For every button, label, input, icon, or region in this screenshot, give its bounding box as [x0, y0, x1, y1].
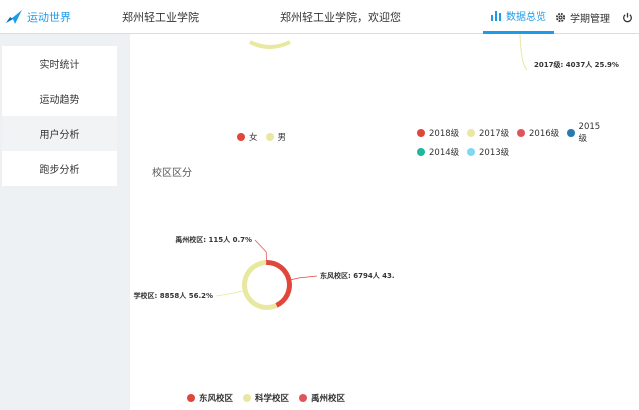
legend-dot [187, 394, 195, 402]
legend-dot [467, 129, 475, 137]
nav-term-management[interactable]: 学期管理 [555, 0, 610, 34]
legend-item-grade[interactable]: 2017级 [467, 122, 517, 144]
legend-dot [517, 129, 525, 137]
legend-label: 2017级 [479, 129, 510, 139]
legend-label: 科学校区 [255, 394, 290, 404]
campus-section-title: 校区区分 [152, 168, 192, 179]
legend-label: 2014级 [429, 148, 460, 158]
legend-item-grade[interactable]: 2016级 [517, 122, 567, 144]
sidebar-item-label: 运动趋势 [39, 95, 80, 106]
legend-item-grade[interactable]: 2013级 [467, 146, 517, 158]
legend-label: 2015级 [578, 122, 601, 144]
campus-legend: 东风校区 科学校区 禹州校区 [187, 392, 355, 404]
legend-dot [567, 129, 575, 137]
grade-legend: 2018级 2017级 2016级 2015级 2014级 2013级 [417, 122, 637, 158]
logo-icon [6, 10, 22, 24]
legend-label: 女 [249, 133, 258, 143]
grade-pie-remnant [519, 34, 528, 71]
legend-item-female[interactable]: 女 [237, 131, 258, 143]
sidebar-item-trend[interactable]: 运动趋势 [2, 81, 117, 116]
legend-item-grade[interactable]: 2015级 [567, 122, 607, 144]
legend-dot [417, 129, 425, 137]
pie-label: 学校区: 8858人 56.2% [134, 291, 213, 300]
sidebar-item-user-analysis[interactable]: 用户分析 [2, 116, 117, 151]
legend-dot [467, 148, 475, 156]
nav-term-management-label: 学期管理 [570, 13, 610, 25]
pie-label: 禹州校区: 115人 0.7% [175, 235, 252, 244]
sidebar-item-label: 用户分析 [39, 130, 80, 141]
legend-label: 2018级 [429, 129, 460, 139]
legend-dot [265, 133, 274, 141]
gender-pie-remnant [249, 40, 291, 49]
legend-dot [243, 394, 252, 402]
legend-item-campus[interactable]: 东风校区 [187, 392, 233, 404]
pie-slice[interactable] [267, 260, 292, 308]
legend-label: 男 [277, 133, 287, 143]
legend-item-male[interactable]: 男 [265, 131, 287, 143]
nav-data-overview[interactable]: 数据总览 [483, 0, 554, 34]
sidebar: 实时统计 运动趋势 用户分析 跑步分析 [2, 46, 117, 186]
legend-label: 东风校区 [199, 394, 234, 404]
grade-pie-label: 2017级: 4037人 25.9% [534, 61, 619, 69]
legend-item-grade[interactable]: 2014级 [417, 146, 467, 158]
legend-dot [417, 148, 425, 156]
nav-data-overview-label: 数据总览 [506, 12, 546, 23]
bar-chart-icon [491, 10, 501, 21]
gear-icon [555, 12, 566, 22]
app-title: 运动世界 [27, 11, 71, 24]
pie-label-line [215, 290, 243, 297]
pie-label-line [291, 275, 318, 281]
pie-label: 东风校区: 6794人 43. [320, 271, 395, 280]
top-bar: 运动世界 郑州轻工业学院 郑州轻工业学院，欢迎您 数据总览 学期管理 [0, 0, 639, 34]
legend-label: 2016级 [529, 129, 560, 139]
legend-item-grade[interactable]: 2018级 [417, 122, 467, 144]
campus-pie-chart: 东风校区: 6794人 43. 学校区: 8858人 56.2% 禹州校区: 115… [134, 235, 395, 310]
gender-legend: 女 男 [237, 131, 294, 143]
legend-label: 2013级 [479, 148, 510, 158]
sidebar-item-realtime[interactable]: 实时统计 [2, 46, 117, 81]
legend-item-campus[interactable]: 禹州校区 [299, 392, 345, 404]
welcome-text: 郑州轻工业学院，欢迎您 [280, 11, 401, 24]
sidebar-item-running-analysis[interactable]: 跑步分析 [2, 151, 117, 186]
pie-label-line [254, 239, 267, 261]
pie-slice[interactable] [242, 260, 278, 310]
logout-button[interactable] [622, 0, 633, 34]
school-name: 郑州轻工业学院 [122, 11, 199, 24]
legend-dot [237, 133, 245, 141]
legend-dot [299, 394, 308, 402]
sidebar-item-label: 实时统计 [39, 60, 80, 71]
sidebar-item-label: 跑步分析 [39, 165, 80, 176]
legend-item-campus[interactable]: 科学校区 [243, 392, 289, 404]
power-icon [623, 12, 632, 22]
legend-label: 禹州校区 [311, 394, 346, 404]
